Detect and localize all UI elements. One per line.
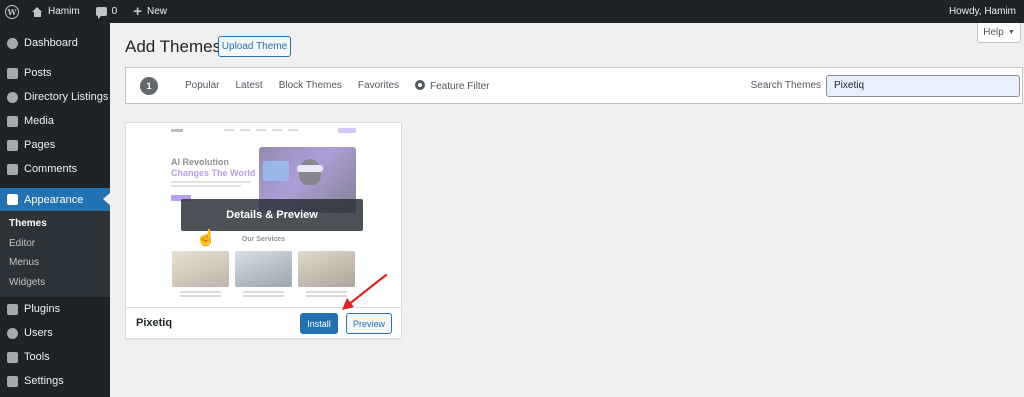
sidebar-item-plugins[interactable]: Plugins [0,297,110,321]
sidebar-item-pages[interactable]: Pages [0,133,110,157]
sidebar-item-settings[interactable]: Settings [0,369,110,393]
sidebar-item-comments[interactable]: Comments [0,157,110,181]
install-button[interactable]: Install [300,313,338,334]
screenshot-hero-subheading: Changes The World [171,168,256,178]
greeting: Howdy, Hamim [948,6,1016,17]
comment-bubble-icon [95,7,107,19]
sidebar-item-posts[interactable]: Posts [0,61,110,85]
screenshot-service-image [235,251,292,287]
gear-icon [415,79,426,90]
sidebar-item-label: Appearance [24,193,84,206]
filter-tab-latest[interactable]: Latest [235,80,262,91]
pages-icon [7,139,18,151]
sidebar-item-label: Directory Listings [24,91,109,103]
sidebar-item-dashboard[interactable]: Dashboard [0,31,110,55]
help-tab-button[interactable]: Help ▼ [977,23,1021,43]
submenu-item-editor[interactable]: Editor [0,234,110,254]
plus-icon: + [133,3,142,20]
feature-filter-label: Feature Filter [430,80,490,92]
site-name: Hamim [48,6,80,17]
users-icon [7,327,18,339]
sidebar-item-label: Plugins [24,303,61,315]
sidebar-item-label: Comments [24,163,78,175]
theme-filter-bar: 1 Popular Latest Block Themes Favorites … [125,67,1023,104]
search-themes-label: Search Themes [750,80,821,91]
account-menu[interactable]: Howdy, Hamim [941,0,1024,23]
sidebar-item-label: Posts [24,67,52,79]
filter-tab-popular[interactable]: Popular [185,80,219,91]
wordpress-logo-icon: W [5,4,19,19]
sidebar-item-media[interactable]: Media [0,109,110,133]
search-themes-input[interactable] [826,74,1020,97]
sidebar-item-label: Dashboard [24,37,78,49]
annotation-arrow-icon [342,273,388,310]
dashboard-icon [7,37,18,49]
submenu-item-themes[interactable]: Themes [0,214,110,234]
hand-pointer-icon: ☝ [196,230,216,247]
paintbrush-icon [7,194,18,205]
sidebar-item-label: Settings [24,375,64,387]
caret-down-icon: ▼ [1007,29,1015,36]
comments-link[interactable]: 0 [88,0,126,23]
feature-filter-button[interactable]: Feature Filter [415,79,490,92]
theme-count-badge: 1 [140,76,158,95]
screenshot-hero-heading: AI Revolution [171,157,229,167]
comments-count: 0 [111,6,118,17]
sidebar-item-tools[interactable]: Tools [0,345,110,369]
filter-tab-block-themes[interactable]: Block Themes [279,80,342,91]
wordpress-logo-button[interactable]: W [0,0,24,23]
appearance-submenu: Themes Editor Menus Widgets [0,211,110,297]
sidebar-item-label: Pages [24,139,56,151]
details-preview-button[interactable]: Details & Preview [181,199,363,231]
directory-icon [7,91,18,103]
screenshot-service-image [172,251,229,287]
new-label: New [147,6,168,17]
screenshot-services-title: Our Services [241,236,286,243]
screenshot-nav [171,127,356,133]
pin-icon [7,67,18,79]
upload-theme-button[interactable]: Upload Theme [218,36,291,57]
sidebar-item-label: Media [24,115,54,127]
submenu-item-widgets[interactable]: Widgets [0,273,110,293]
submenu-item-menus[interactable]: Menus [0,253,110,273]
admin-bar: W Hamim 0 + New Howdy, Hamim [0,0,1024,23]
preview-button[interactable]: Preview [346,313,392,334]
sidebar-item-label: Users [24,327,53,339]
sidebar-item-directory-listings[interactable]: Directory Listings [0,85,110,109]
sidebar-item-appearance[interactable]: Appearance [0,188,110,211]
settings-icon [7,375,18,387]
site-name-link[interactable]: Hamim [24,0,88,23]
theme-name: Pixetiq [136,317,173,329]
sidebar-item-users[interactable]: Users [0,321,110,345]
tools-icon [7,351,18,363]
sidebar-item-label: Tools [24,351,50,363]
new-content-link[interactable]: + New [125,0,175,23]
help-label: Help [983,27,1004,38]
page-title: Add Themes [125,37,222,56]
media-icon [7,115,18,127]
plugins-icon [7,303,18,315]
admin-sidebar: Dashboard Posts Directory Listings Media… [0,23,110,397]
comments-icon [7,163,18,175]
filter-tab-favorites[interactable]: Favorites [358,80,399,91]
home-icon [32,6,43,17]
